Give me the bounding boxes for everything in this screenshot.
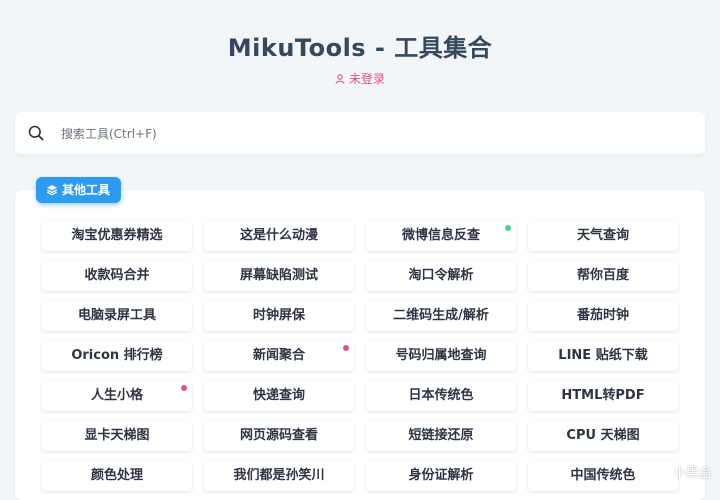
tool-card[interactable]: 中国传统色 bbox=[528, 461, 678, 491]
tool-label: 新闻聚合 bbox=[252, 348, 305, 363]
tool-card[interactable]: 新闻聚合 bbox=[204, 341, 354, 371]
tool-card[interactable]: Oricon 排行榜 bbox=[42, 341, 192, 371]
tool-card[interactable]: 短链接还原 bbox=[366, 421, 516, 451]
tool-label: 我们都是孙笑川 bbox=[233, 468, 325, 483]
watermark: 小黑盒 bbox=[672, 466, 712, 481]
tool-card[interactable]: 我们都是孙笑川 bbox=[204, 461, 354, 491]
tool-label: 号码归属地查询 bbox=[395, 348, 487, 363]
tool-card[interactable]: 收款码合并 bbox=[42, 261, 192, 291]
tool-card[interactable]: CPU 天梯图 bbox=[528, 421, 678, 451]
tool-label: 时钟屏保 bbox=[252, 308, 305, 323]
tool-card[interactable]: 颜色处理 bbox=[42, 461, 192, 491]
tool-label: 屏幕缺陷测试 bbox=[239, 268, 318, 283]
tool-card[interactable]: 身份证解析 bbox=[366, 461, 516, 491]
page-title: MikuTools - 工具集合 bbox=[227, 34, 493, 62]
tool-card[interactable]: 番茄时钟 bbox=[528, 301, 678, 331]
search-icon bbox=[28, 125, 44, 141]
tool-card[interactable]: 时钟屏保 bbox=[204, 301, 354, 331]
tool-card[interactable]: 快递查询 bbox=[204, 381, 354, 411]
tool-label: 这是什么动漫 bbox=[239, 228, 318, 243]
search-bar bbox=[15, 112, 705, 154]
tool-grid: 淘宝优惠券精选 这是什么动漫 微博信息反查 天气查询收款码合并 屏幕缺陷测试 淘口令解析 帮… bbox=[42, 221, 678, 491]
tool-label: 电脑录屏工具 bbox=[77, 308, 156, 323]
tool-label: 快递查询 bbox=[252, 388, 305, 403]
tool-label: 显卡天梯图 bbox=[84, 428, 150, 443]
tool-label: 网页源码查看 bbox=[239, 428, 318, 443]
tool-card[interactable]: 日本传统色 bbox=[366, 381, 516, 411]
new-indicator-dot bbox=[181, 385, 187, 391]
tool-label: 身份证解析 bbox=[408, 468, 474, 483]
tool-label: 天气查询 bbox=[576, 228, 629, 243]
tool-card[interactable]: 电脑录屏工具 bbox=[42, 301, 192, 331]
user-icon bbox=[335, 74, 345, 84]
tool-card[interactable]: 网页源码查看 bbox=[204, 421, 354, 451]
tool-label: 中国传统色 bbox=[570, 468, 636, 483]
section-label: 其他工具 bbox=[62, 183, 111, 197]
tool-label: Oricon 排行榜 bbox=[71, 348, 163, 363]
search-input[interactable] bbox=[59, 120, 683, 148]
tool-label: 淘宝优惠券精选 bbox=[71, 228, 163, 243]
tool-card[interactable]: HTML转PDF bbox=[528, 381, 678, 411]
tool-card[interactable]: 屏幕缺陷测试 bbox=[204, 261, 354, 291]
tool-label: 番茄时钟 bbox=[576, 308, 629, 323]
tool-label: 日本传统色 bbox=[408, 388, 474, 403]
tool-label: 帮你百度 bbox=[576, 268, 629, 283]
new-indicator-dot bbox=[505, 225, 511, 231]
tool-label: HTML转PDF bbox=[561, 388, 645, 403]
login-status[interactable]: 未登录 bbox=[0, 70, 720, 87]
tool-label: 淘口令解析 bbox=[408, 268, 474, 283]
tool-label: 人生小格 bbox=[90, 388, 143, 403]
tool-label: 颜色处理 bbox=[90, 468, 143, 483]
tool-card[interactable]: 天气查询 bbox=[528, 221, 678, 251]
tool-card[interactable]: 号码归属地查询 bbox=[366, 341, 516, 371]
tool-card[interactable]: 淘宝优惠券精选 bbox=[42, 221, 192, 251]
tool-card[interactable]: 微博信息反查 bbox=[366, 221, 516, 251]
tool-label: CPU 天梯图 bbox=[566, 428, 640, 443]
tool-card[interactable]: 淘口令解析 bbox=[366, 261, 516, 291]
tool-card[interactable]: 这是什么动漫 bbox=[204, 221, 354, 251]
tool-card[interactable]: 帮你百度 bbox=[528, 261, 678, 291]
tool-label: 二维码生成/解析 bbox=[393, 308, 489, 323]
layers-icon bbox=[47, 185, 57, 196]
tool-card[interactable]: LINE 贴纸下载 bbox=[528, 341, 678, 371]
tool-label: 微博信息反查 bbox=[401, 228, 480, 243]
section-badge: 其他工具 bbox=[36, 177, 122, 203]
login-status-label: 未登录 bbox=[348, 72, 385, 86]
new-indicator-dot bbox=[343, 345, 349, 351]
tool-card[interactable]: 显卡天梯图 bbox=[42, 421, 192, 451]
tool-card[interactable]: 人生小格 bbox=[42, 381, 192, 411]
tool-label: LINE 贴纸下载 bbox=[558, 348, 648, 363]
tool-card[interactable]: 二维码生成/解析 bbox=[366, 301, 516, 331]
tool-label: 短链接还原 bbox=[408, 428, 474, 443]
tool-label: 收款码合并 bbox=[84, 268, 150, 283]
